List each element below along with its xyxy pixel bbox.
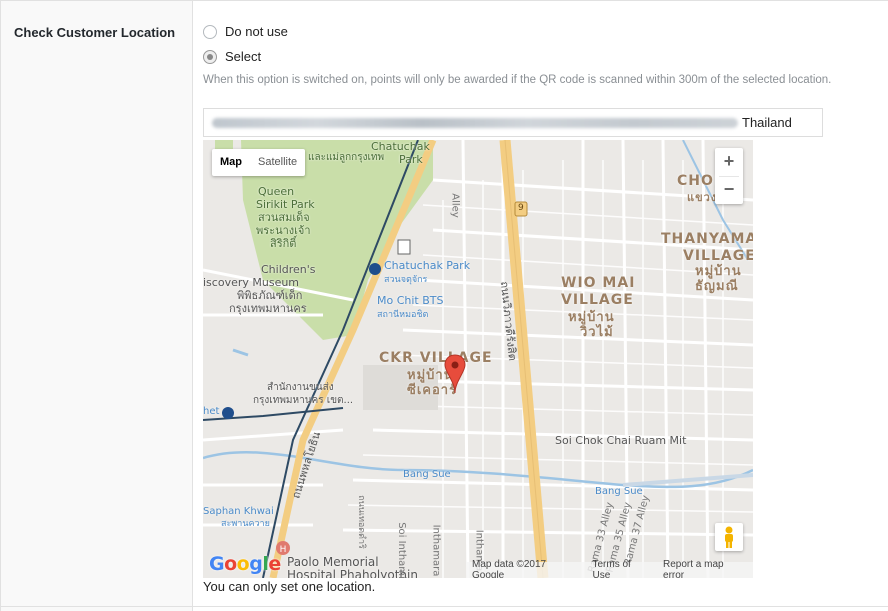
- radio-select[interactable]: [203, 49, 217, 64]
- street-view-pegman-icon[interactable]: [715, 523, 743, 551]
- map-label-office: สำนักงานขนส่ง กรุงเทพมหานคร เขต...: [253, 382, 354, 406]
- map-attribution: Map data ©2017 Google Terms of Use Repor…: [466, 559, 753, 578]
- map-label-queen-sirikit: Queen Sirikit Park สวนสมเด็จ พระนางเจ้า สิร…: [256, 185, 315, 250]
- label-column: Check Customer Location: [0, 1, 193, 611]
- address-visible-text: Thailand: [742, 115, 792, 130]
- map-label-chatuchak-station: Chatuchak Park สวนจตุจักร: [384, 259, 471, 285]
- option-select-label: Select: [225, 49, 262, 64]
- map-label-chatuchak-thai: และแม่ลูกกรุงเทพ: [308, 152, 385, 163]
- location-pin-icon[interactable]: [444, 354, 466, 394]
- option-select[interactable]: Select: [203, 49, 261, 64]
- map-route-badge: 9: [518, 203, 524, 213]
- map-type-satellite-button[interactable]: Satellite: [250, 149, 305, 176]
- map-label-net: het: [203, 406, 220, 417]
- map-label-thanyama: THANYAMA VILLAGE: [661, 231, 753, 264]
- terms-of-use-link[interactable]: Terms of Use: [586, 559, 657, 578]
- map-type-control: Map Satellite: [212, 149, 306, 176]
- map-label-mo-chit: Mo Chit BTS สถานีหมอชิต: [377, 294, 444, 320]
- map-data-credit: Map data ©2017 Google: [472, 559, 547, 578]
- map-label-wio-mai-thai: หมู่บ้าน วิวไม้: [568, 310, 615, 340]
- settings-row: Check Customer Location Do not use Selec…: [0, 0, 888, 611]
- map-label-soi-inthami: Soi Inthami: [395, 522, 407, 578]
- report-map-error-link[interactable]: Report a map error: [657, 559, 753, 578]
- option-do-not-use[interactable]: Do not use: [203, 24, 288, 39]
- google-logo[interactable]: Google: [209, 553, 281, 575]
- map-label-alley: Alley: [449, 193, 461, 218]
- map-type-map-button[interactable]: Map: [212, 149, 250, 176]
- map-label-thai-road: ถนนเทอดดำริ: [355, 495, 366, 549]
- map-label-wio-mai: WIO MAI VILLAGE: [561, 275, 636, 308]
- map-view[interactable]: H Chatuchak Park และแม่ลูกกรุงเทพ Queen Si…: [203, 140, 753, 578]
- zoom-out-button[interactable]: −: [715, 176, 743, 204]
- map-label-bang-sue-1: Bang Sue: [403, 469, 451, 480]
- field-label: Check Customer Location: [14, 25, 176, 40]
- radio-do-not-use[interactable]: [203, 24, 217, 39]
- zoom-in-button[interactable]: +: [715, 148, 743, 176]
- bottom-divider: [0, 606, 888, 607]
- map-label-childrens-museum: Children's iscovery Museum พิพิธภัณฑ์เด็ก…: [203, 263, 316, 315]
- map-label-soi-chok-chai: Soi Chok Chai Ruam Mit: [555, 434, 687, 447]
- map-label-saphan-khwai: Saphan Khwai สะพานควาย: [203, 506, 274, 529]
- address-redacted: [212, 117, 738, 128]
- map-label-ckr-village: CKR VILLAGE: [379, 350, 493, 366]
- help-text: When this option is switched on, points …: [203, 74, 832, 86]
- address-input[interactable]: Thailand: [203, 108, 823, 137]
- map-label-bang-sue-2: Bang Sue: [595, 486, 643, 497]
- map-label-inthamara-1: Inthamara: [430, 524, 442, 577]
- zoom-control: + −: [715, 148, 743, 204]
- option-do-not-use-label: Do not use: [225, 24, 288, 39]
- map-label-thanyama-thai: หมู่บ้าน ธัญมณี: [695, 264, 742, 294]
- footnote: You can only set one location.: [203, 579, 376, 594]
- zoom-divider: [719, 176, 739, 177]
